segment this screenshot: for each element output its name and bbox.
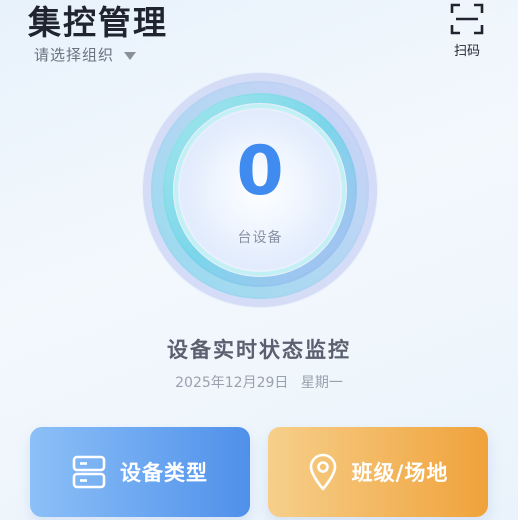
- class-place-label: 班级/场地: [351, 461, 449, 485]
- class-place-card[interactable]: 班级/场地: [268, 427, 488, 517]
- organization-select[interactable]: 请选择组织: [34, 44, 137, 65]
- page-title: 集控管理: [28, 3, 168, 42]
- caret-down-icon: [124, 51, 137, 60]
- organization-select-label: 请选择组织: [34, 46, 115, 64]
- weekday-text: 星期一: [300, 375, 343, 391]
- device-types-card[interactable]: 设备类型: [30, 427, 250, 517]
- server-icon: [72, 455, 106, 489]
- monitor-title: 设备实时状态监控: [167, 338, 351, 362]
- device-count-unit: 台设备: [237, 230, 283, 246]
- device-count-value: 0: [236, 132, 284, 211]
- device-types-label: 设备类型: [120, 461, 208, 485]
- date-text: 2025年12月29日: [175, 375, 289, 391]
- scan-button[interactable]: 扫码: [444, 2, 490, 59]
- scan-icon: [450, 3, 484, 35]
- scan-label: 扫码: [453, 44, 480, 59]
- location-pin-icon: [309, 453, 336, 491]
- device-count-ring: 0 台设备: [140, 70, 380, 310]
- current-date: 2025年12月29日 星期一: [0, 372, 518, 392]
